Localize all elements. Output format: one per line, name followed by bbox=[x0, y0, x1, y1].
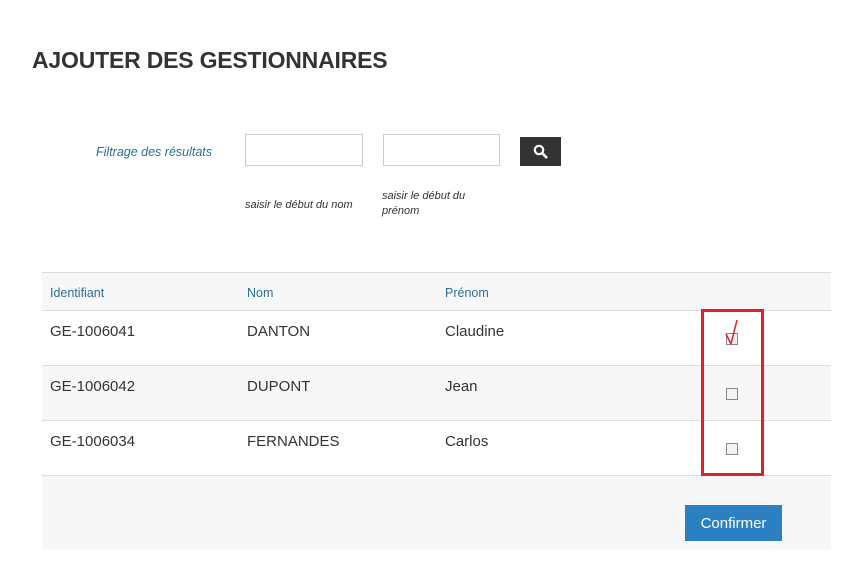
select-checkbox[interactable] bbox=[726, 388, 738, 400]
table-row: GE-1006042 DUPONT Jean bbox=[42, 366, 831, 421]
header-identifiant: Identifiant bbox=[50, 286, 105, 300]
cell-nom: DANTON bbox=[247, 323, 311, 340]
cell-identifiant: GE-1006041 bbox=[50, 323, 136, 340]
nom-filter-input[interactable] bbox=[245, 134, 363, 166]
header-nom: Nom bbox=[247, 286, 274, 300]
header-prenom: Prénom bbox=[445, 286, 489, 300]
prenom-filter-input[interactable] bbox=[383, 134, 500, 166]
search-button[interactable] bbox=[520, 137, 561, 166]
cell-prenom: Jean bbox=[445, 378, 478, 395]
search-icon bbox=[533, 144, 548, 159]
cell-identifiant: GE-1006034 bbox=[50, 433, 136, 450]
cell-prenom: Claudine bbox=[445, 323, 505, 340]
nom-hint: saisir le début du nom bbox=[245, 199, 353, 211]
results-table: Identifiant Nom Prénom GE-1006041 DANTON… bbox=[42, 272, 831, 549]
cell-identifiant: GE-1006042 bbox=[50, 378, 136, 395]
table-row: GE-1006034 FERNANDES Carlos bbox=[42, 421, 831, 476]
prenom-hint: saisir le début du prénom bbox=[382, 190, 466, 217]
confirm-button[interactable]: Confirmer bbox=[685, 505, 782, 541]
table-row: GE-1006041 DANTON Claudine bbox=[42, 311, 831, 366]
cell-nom: FERNANDES bbox=[247, 433, 340, 450]
select-checkbox[interactable] bbox=[726, 333, 738, 345]
page-title: AJOUTER DES GESTIONNAIRES bbox=[32, 47, 388, 73]
cell-nom: DUPONT bbox=[247, 378, 311, 395]
filter-label: Filtrage des résultats bbox=[96, 145, 213, 159]
table-header: Identifiant Nom Prénom bbox=[42, 272, 831, 311]
select-checkbox[interactable] bbox=[726, 443, 738, 455]
cell-prenom: Carlos bbox=[445, 433, 489, 450]
